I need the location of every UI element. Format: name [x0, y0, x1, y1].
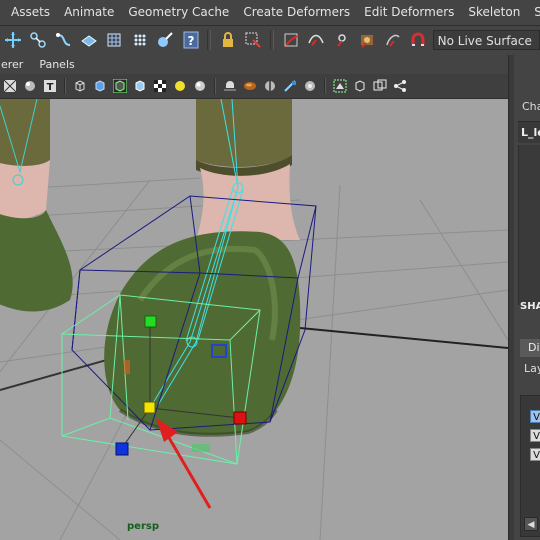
snap-view-plane-icon[interactable]: [356, 29, 377, 51]
menu-animate[interactable]: Animate: [57, 0, 121, 25]
snap-curve-icon[interactable]: [306, 29, 327, 51]
layer-visibility-toggle[interactable]: V: [530, 429, 540, 442]
shelf-separator: [270, 30, 275, 50]
checker-icon[interactable]: [151, 77, 169, 95]
cluster-icon[interactable]: [129, 29, 150, 51]
camera-label: persp: [127, 521, 159, 532]
snap-magnet-icon[interactable]: [407, 29, 428, 51]
center-handle[interactable]: [143, 401, 156, 414]
menu-edit-deformers[interactable]: Edit Deformers: [357, 0, 461, 25]
snap-grid-icon[interactable]: [280, 29, 301, 51]
live-surface-field[interactable]: No Live Surface: [432, 30, 540, 50]
toolbar-separator: [324, 78, 326, 94]
default-light-icon[interactable]: [171, 77, 189, 95]
channel-box-panel: Cha L_le SHA Dis Lay V V V ◀: [514, 55, 540, 540]
cube-shaded-icon[interactable]: [91, 77, 109, 95]
svg-text:T: T: [47, 82, 54, 93]
left-leg: [0, 99, 73, 312]
cube-wireframe-icon[interactable]: [71, 77, 89, 95]
panel-menu-panels[interactable]: Panels: [31, 58, 82, 71]
tool-shelf: ? No Live Surface: [0, 26, 540, 54]
panel-menu-derer[interactable]: derer: [0, 58, 31, 71]
all-lights-icon[interactable]: [191, 77, 209, 95]
svg-text:?: ?: [187, 34, 194, 48]
right-leg: [104, 99, 301, 437]
channel-list[interactable]: [518, 145, 540, 305]
joints-display-icon[interactable]: [391, 77, 409, 95]
shadows-icon[interactable]: [221, 77, 239, 95]
lattice-icon[interactable]: [104, 29, 125, 51]
perspective-viewport[interactable]: persp: [0, 99, 508, 540]
move-axes-icon[interactable]: [2, 29, 23, 51]
selected-node-name[interactable]: L_le: [518, 121, 540, 143]
y-axis-handle[interactable]: [144, 315, 157, 328]
snap-point-icon[interactable]: [331, 29, 352, 51]
xray-icon[interactable]: [331, 77, 349, 95]
component-icon[interactable]: [371, 77, 389, 95]
ik-spline-icon[interactable]: [53, 29, 74, 51]
z-axis-handle[interactable]: [115, 442, 129, 456]
help-icon[interactable]: ?: [180, 29, 201, 51]
make-live-icon[interactable]: [382, 29, 403, 51]
menu-geometry-cache[interactable]: Geometry Cache: [121, 0, 236, 25]
main-menu-bar: Assets Animate Geometry Cache Create Deform…: [0, 0, 540, 26]
shelf-separator: [207, 30, 212, 50]
menu-create-deformers[interactable]: Create Deformers: [236, 0, 357, 25]
scene-canvas: [0, 99, 508, 540]
paint-weights-icon[interactable]: [155, 29, 176, 51]
toolbar-separator: [64, 78, 66, 94]
toolbar-separator: [214, 78, 216, 94]
layer-list: V V V: [520, 395, 540, 537]
layer-visibility-toggle[interactable]: V: [530, 448, 540, 461]
smooth-shade-icon[interactable]: [21, 77, 39, 95]
channel-box-tab[interactable]: Cha: [522, 100, 540, 113]
ao-toggle-icon[interactable]: [241, 77, 259, 95]
menu-assets[interactable]: Assets: [0, 0, 57, 25]
antialias-icon[interactable]: [281, 77, 299, 95]
motion-blur-icon[interactable]: [261, 77, 279, 95]
layers-menu[interactable]: Lay: [524, 362, 540, 375]
lock-icon[interactable]: [217, 29, 238, 51]
joint-tool-icon[interactable]: [27, 29, 48, 51]
x-axis-handle[interactable]: [233, 411, 247, 425]
shapes-header: SHA: [520, 301, 540, 312]
scroll-left-arrow[interactable]: ◀: [524, 517, 538, 531]
menu-skeleton[interactable]: Skeleton: [461, 0, 527, 25]
display-tab[interactable]: Dis: [520, 339, 540, 357]
xray-joints-icon[interactable]: [351, 77, 369, 95]
yz-plane-handle[interactable]: [124, 360, 130, 374]
viewport-icon-bar: T: [0, 74, 508, 99]
cube-textured-icon[interactable]: [131, 77, 149, 95]
select-constraint-icon[interactable]: [243, 29, 264, 51]
ambient-occlusion-icon[interactable]: T: [41, 77, 59, 95]
menu-skin[interactable]: Skin: [527, 0, 540, 25]
bind-skin-icon[interactable]: [78, 29, 99, 51]
layer-visibility-toggle[interactable]: V: [530, 410, 540, 423]
xy-plane-handle[interactable]: [192, 444, 210, 452]
wireframe-icon[interactable]: [1, 77, 19, 95]
isolate-select-icon[interactable]: [301, 77, 319, 95]
viewport-panel-menu: dererPanels: [0, 55, 508, 74]
cube-selected-icon[interactable]: [111, 77, 129, 95]
